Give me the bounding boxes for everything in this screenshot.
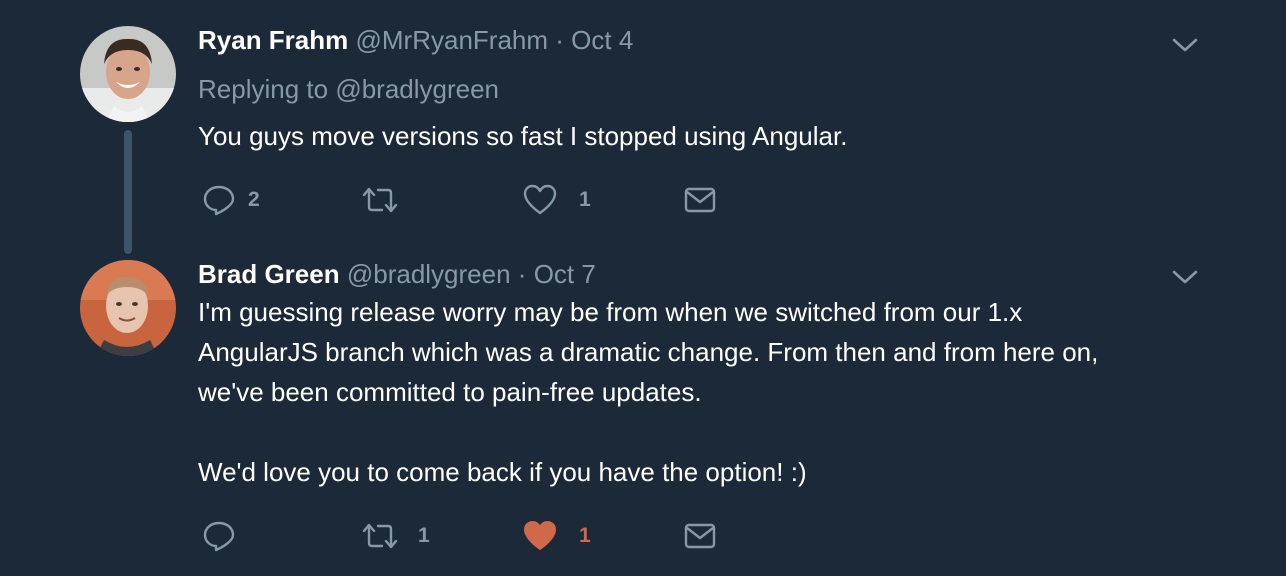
- avatar[interactable]: [80, 26, 176, 122]
- user-handle[interactable]: @MrRyanFrahm: [356, 25, 549, 55]
- reply-icon: [203, 521, 235, 552]
- chevron-down-icon[interactable]: [1170, 266, 1200, 288]
- direct-message-button[interactable]: [683, 183, 717, 217]
- replying-to-label: Replying to: [198, 74, 329, 104]
- retweet-button[interactable]: 1: [360, 519, 430, 553]
- retweet-icon: [362, 187, 398, 213]
- tweet-text: I'm guessing release worry may be from w…: [198, 292, 1098, 492]
- heart-filled-icon: [524, 521, 556, 550]
- like-count: 1: [579, 524, 591, 547]
- like-button[interactable]: 1: [523, 183, 591, 217]
- tweet-header: Ryan Frahm @MrRyanFrahm · Oct 4: [198, 24, 633, 56]
- display-name[interactable]: Brad Green: [198, 259, 340, 289]
- chevron-down-icon[interactable]: [1170, 34, 1200, 56]
- tweet-text-line: I'm guessing release worry may be from w…: [198, 297, 1023, 327]
- tweet-text: You guys move versions so fast I stopped…: [198, 116, 847, 156]
- direct-message-button[interactable]: [683, 519, 717, 553]
- retweet-button[interactable]: [360, 183, 412, 217]
- tweet-text-line: [198, 412, 1098, 452]
- like-button[interactable]: 1: [523, 519, 591, 553]
- separator-dot: ·: [517, 259, 527, 289]
- user-handle[interactable]: @bradlygreen: [347, 259, 511, 289]
- tweet-text-line: we've been committed to pain-free update…: [198, 377, 702, 407]
- retweet-count: 1: [418, 524, 430, 547]
- tweet-text-line: AngularJS branch which was a dramatic ch…: [198, 337, 1099, 367]
- tweet-date[interactable]: Oct 7: [534, 259, 596, 289]
- retweet-icon: [362, 523, 398, 549]
- replying-to-handle[interactable]: @bradlygreen: [335, 74, 499, 104]
- envelope-icon: [684, 523, 716, 549]
- reply-button[interactable]: 2: [202, 183, 260, 217]
- tweet-text-line: We'd love you to come back if you have t…: [198, 457, 807, 487]
- envelope-icon: [684, 187, 716, 213]
- display-name[interactable]: Ryan Frahm: [198, 25, 348, 55]
- like-count: 1: [579, 188, 591, 211]
- reply-button[interactable]: [202, 519, 248, 553]
- separator-dot: ·: [555, 25, 564, 55]
- reply-icon: [203, 185, 235, 216]
- replying-to-line: Replying to @bradlygreen: [198, 73, 499, 105]
- tweet-header: Brad Green @bradlygreen · Oct 7: [198, 258, 596, 290]
- thread-connector-line: [124, 130, 132, 254]
- tweet-date[interactable]: Oct 4: [571, 25, 633, 55]
- tweet-text-line: You guys move versions so fast I stopped…: [198, 121, 848, 151]
- avatar[interactable]: [80, 260, 176, 356]
- reply-count: 2: [248, 188, 260, 211]
- heart-icon: [523, 184, 557, 215]
